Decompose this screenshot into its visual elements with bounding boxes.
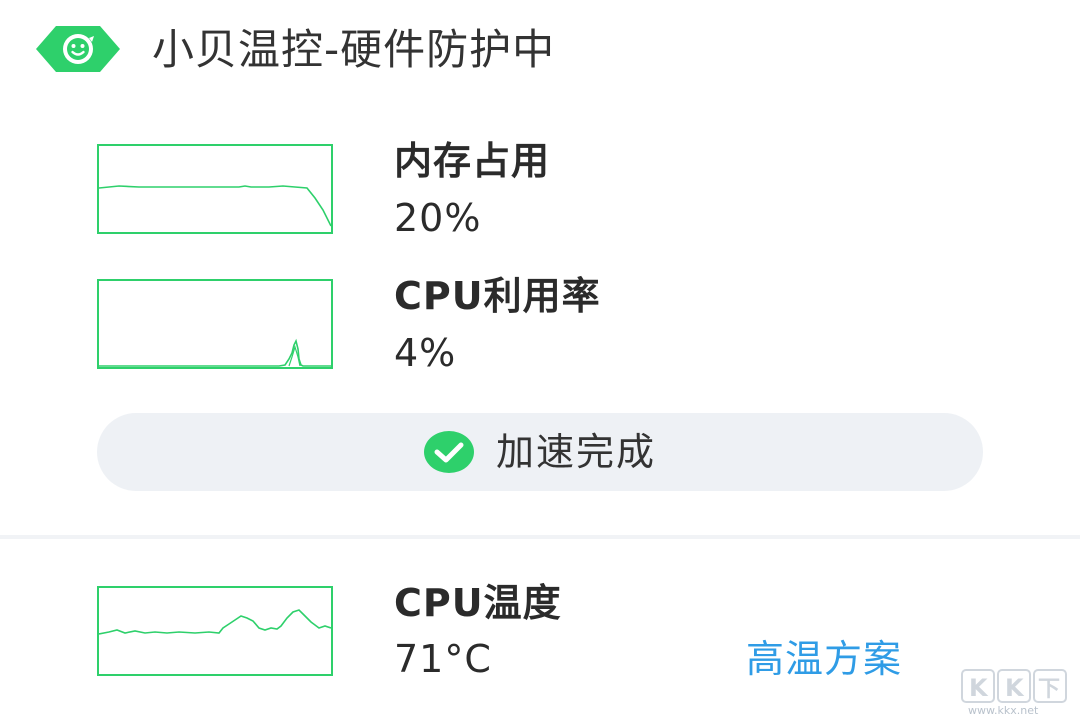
cpu-usage-graph [97,279,333,369]
svg-text:下: 下 [1038,677,1060,702]
cpu-usage-label: CPU利用率 [394,274,601,318]
high-temp-solution-link[interactable]: 高温方案 [746,636,902,682]
memory-value: 20% [394,196,482,240]
app-title: 小贝温控-硬件防护中 [152,25,556,74]
memory-label: 内存占用 [394,139,551,183]
check-circle-icon [423,431,474,473]
watermark-url: www.kkx.net [968,704,1039,717]
svg-text:K: K [1005,674,1025,702]
memory-usage-graph [97,144,333,234]
cpu-temperature-graph [97,586,333,676]
acceleration-status: 加速完成 [97,413,983,491]
app-window: 小贝温控-硬件防护中 内存占用 20% CPU利用率 4% 加速完成 CPU温度… [0,0,1080,720]
cpu-temperature-value: 71°C [394,637,492,681]
status-text: 加速完成 [495,430,656,474]
svg-text:K: K [969,674,989,702]
cpu-usage-value: 4% [394,331,457,375]
smiley-logo-icon [36,26,120,72]
header: 小贝温控-硬件防护中 [0,0,1080,100]
cpu-temperature-label: CPU温度 [394,581,562,625]
section-divider [0,535,1080,539]
